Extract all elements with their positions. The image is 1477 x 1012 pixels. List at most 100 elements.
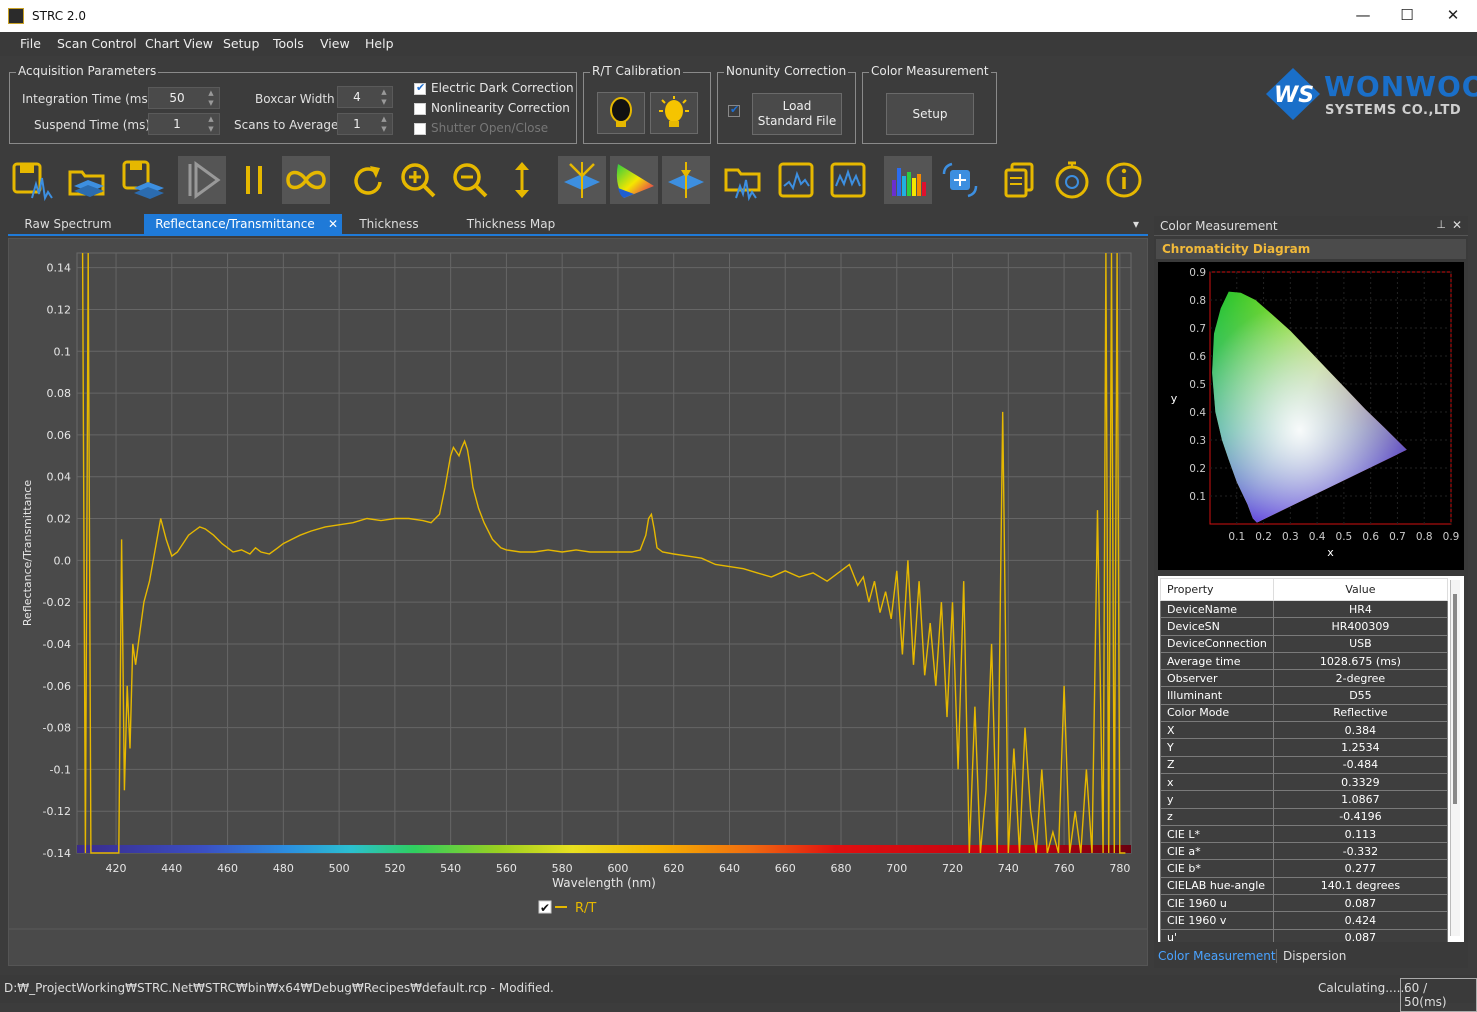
x-tick-label: 500 (329, 862, 350, 875)
menu-file[interactable]: File (20, 36, 41, 51)
color-setup-button[interactable]: Setup (886, 93, 974, 135)
vertical-scale-button[interactable] (498, 156, 546, 204)
minimize-button[interactable]: — (1343, 4, 1383, 28)
spin-down-icon[interactable]: ▼ (377, 98, 391, 107)
play-button[interactable] (178, 156, 226, 204)
pause-button[interactable] (230, 156, 278, 204)
sync-button[interactable] (936, 156, 984, 204)
property-row[interactable]: DeviceConnection USB (1160, 634, 1449, 653)
tab-raw-spectrum[interactable]: Raw Spectrum (8, 214, 128, 236)
baseline-button[interactable] (558, 156, 606, 204)
property-row[interactable]: x 0.3329 (1160, 772, 1449, 792)
save-spectrum-button[interactable] (8, 156, 56, 204)
pin-icon[interactable]: ⊥ (1436, 218, 1446, 231)
spin-down-icon[interactable]: ▼ (204, 99, 218, 108)
nonunity-checkbox[interactable] (728, 103, 740, 117)
window-title: STRC 2.0 (32, 9, 86, 23)
info-button[interactable] (1100, 156, 1148, 204)
open-folder-button[interactable] (64, 156, 112, 204)
cie-y-tick: 0.2 (1189, 463, 1206, 475)
company-logo: WS WONWOO SYSTEMS CO.,LTD (1264, 66, 1477, 122)
electric-dark-checkbox[interactable] (414, 81, 426, 95)
color-spectrum-button[interactable] (884, 156, 932, 204)
suspend-time-label: Suspend Time (ms) (34, 118, 150, 132)
property-row[interactable]: u' 0.087 (1160, 928, 1449, 942)
property-row[interactable]: y 1.0867 (1160, 790, 1449, 809)
spectrum-chart[interactable]: 420 440 460 480 500 520 540 560 580 600 620 640 660 6… (9, 239, 1147, 965)
property-row[interactable]: Y 1.2534 (1160, 738, 1449, 757)
light-reference-button[interactable] (650, 92, 698, 134)
spin-up-icon[interactable]: ▲ (204, 89, 218, 98)
property-row[interactable]: CIELAB hue-angle 140.1 degrees (1160, 876, 1449, 896)
property-row[interactable]: CIE 1960 u 0.087 (1160, 894, 1449, 913)
y-tick-label: 0.08 (47, 387, 72, 400)
tab-thickness-map[interactable]: Thickness Map (456, 214, 566, 236)
tab-dropdown-icon[interactable]: ▾ (1126, 214, 1146, 236)
y-tick-label: 0.12 (47, 303, 72, 316)
load-standard-file-button[interactable]: Load Standard File (752, 93, 842, 135)
suspend-time-input[interactable]: 1 ▲ ▼ (148, 113, 220, 135)
property-row[interactable]: Color Mode Reflective (1160, 703, 1449, 723)
property-row[interactable]: Average time 1028.675 (ms) (1160, 651, 1449, 671)
menu-scan-control[interactable]: Scan Control (57, 36, 137, 51)
spectrum-frame-button[interactable] (772, 156, 820, 204)
property-row[interactable]: CIE L* 0.113 (1160, 824, 1449, 844)
tab-close-icon[interactable]: ✕ (328, 214, 338, 235)
property-row[interactable]: DeviceName HR4 (1160, 599, 1449, 619)
zoom-in-button[interactable] (394, 156, 442, 204)
tab-reflectance-transmittance[interactable]: Reflectance/Transmittance ✕ (144, 214, 342, 236)
spin-up-icon[interactable]: ▲ (204, 115, 218, 124)
save-multiple-button[interactable] (118, 156, 166, 204)
menu-tools[interactable]: Tools (273, 36, 304, 51)
tab-dispersion[interactable]: Dispersion (1276, 949, 1346, 963)
scrollbar-thumb[interactable] (1453, 594, 1457, 804)
maximize-button[interactable]: ☐ (1387, 4, 1427, 28)
property-name: Illuminant (1160, 686, 1274, 705)
peak-button[interactable] (662, 156, 710, 204)
zoom-out-button[interactable] (446, 156, 494, 204)
spin-up-icon[interactable]: ▲ (377, 115, 391, 124)
y-axis-label: Reflectance/Transmittance (21, 480, 34, 626)
property-row[interactable]: X 0.384 (1160, 721, 1449, 740)
property-row[interactable]: Z -0.484 (1160, 755, 1449, 774)
integration-time-input[interactable]: 50 ▲ ▼ (148, 87, 220, 109)
dark-reference-button[interactable] (597, 92, 645, 134)
spin-up-icon[interactable]: ▲ (377, 88, 391, 97)
property-value: 0.087 (1272, 928, 1449, 942)
property-row[interactable]: Observer 2-degree (1160, 669, 1449, 688)
continuous-button[interactable] (282, 156, 330, 204)
close-button[interactable]: ✕ (1433, 4, 1473, 28)
copy-button[interactable] (996, 156, 1044, 204)
tab-thickness[interactable]: Thickness (342, 214, 436, 236)
open-spectrum-button[interactable] (720, 156, 768, 204)
property-row[interactable]: z -0.4196 (1160, 807, 1449, 826)
menu-help[interactable]: Help (365, 36, 394, 51)
property-row[interactable]: CIE b* 0.277 (1160, 859, 1449, 878)
spectrum-frame2-button[interactable] (824, 156, 872, 204)
property-row[interactable]: Illuminant D55 (1160, 686, 1449, 705)
color-gamut-button[interactable] (610, 156, 658, 204)
property-name: DeviceConnection (1160, 634, 1274, 653)
spin-down-icon[interactable]: ▼ (377, 125, 391, 134)
integration-time-value: 50 (169, 91, 185, 105)
tab-color-measurement[interactable]: Color Measurement (1158, 949, 1276, 963)
property-name: CIE L* (1160, 824, 1274, 844)
menu-setup[interactable]: Setup (223, 36, 259, 51)
refresh-button[interactable] (342, 156, 390, 204)
shutter-checkbox[interactable] (414, 123, 426, 135)
panel-close-icon[interactable]: ✕ (1452, 218, 1462, 232)
scans-to-average-input[interactable]: 1 ▲ ▼ (337, 113, 393, 135)
cie-y-label: y (1171, 392, 1178, 405)
property-row[interactable]: CIE a* -0.332 (1160, 842, 1449, 861)
property-value: HR400309 (1272, 617, 1449, 636)
menu-view[interactable]: View (320, 36, 350, 51)
nonlinearity-checkbox[interactable] (414, 103, 426, 115)
boxcar-width-input[interactable]: 4 ▲ ▼ (337, 86, 393, 108)
spin-down-icon[interactable]: ▼ (204, 125, 218, 134)
timer-button[interactable] (1048, 156, 1096, 204)
cie-y-tick: 0.7 (1189, 323, 1206, 335)
property-row[interactable]: CIE 1960 v 0.424 (1160, 911, 1449, 930)
menu-chart-view[interactable]: Chart View (145, 36, 213, 51)
property-scrollbar[interactable] (1450, 580, 1460, 936)
property-row[interactable]: DeviceSN HR400309 (1160, 617, 1449, 636)
